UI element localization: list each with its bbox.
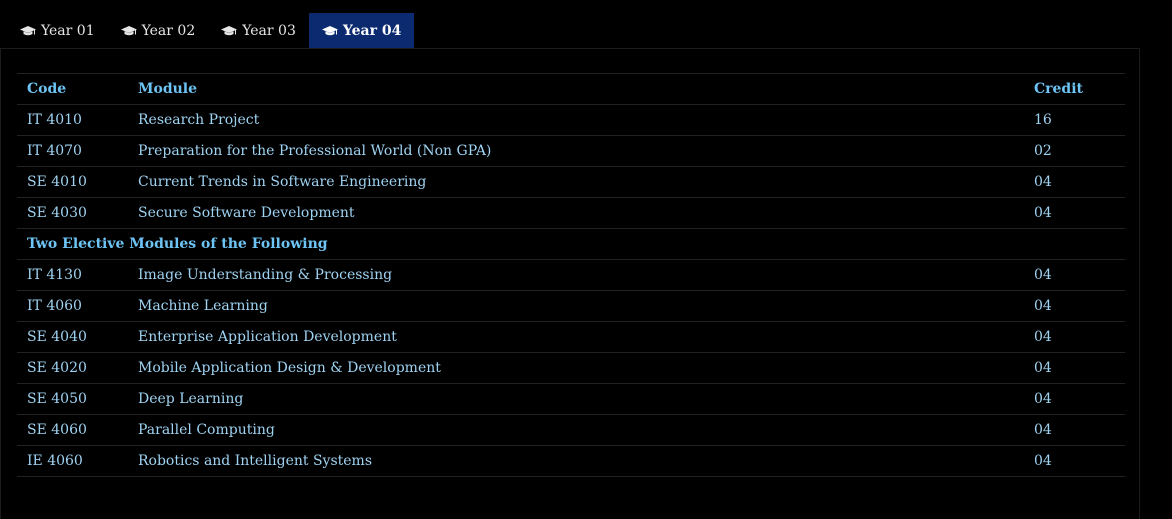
table-row: SE 4010 Current Trends in Software Engin… [17,166,1125,198]
module-name: Robotics and Intelligent Systems [138,453,373,469]
graduation-cap-icon [321,25,338,35]
module-name: Mobile Application Design & Development [138,360,441,376]
table-row: SE 4020 Mobile Application Design & Deve… [17,352,1125,384]
module-credit: 16 [1034,112,1052,128]
module-credit: 04 [1034,422,1052,438]
module-credit: 04 [1034,360,1052,376]
module-name: Deep Learning [138,391,244,407]
table-row: IT 4060 Machine Learning 04 [17,290,1125,322]
elective-section-row: Two Elective Modules of the Following [17,228,1125,260]
table-row: IT 4130 Image Understanding & Processing… [17,259,1125,291]
tab-label: Year 01 [41,22,95,39]
module-code: SE 4030 [27,205,87,221]
table-row: SE 4030 Secure Software Development 04 [17,197,1125,229]
module-name: Enterprise Application Development [138,329,397,345]
module-credit: 04 [1034,453,1052,469]
module-credit: 04 [1034,174,1052,190]
table-row: IE 4060 Robotics and Intelligent Systems… [17,445,1125,477]
header-module: Module [138,81,198,97]
elective-section-label: Two Elective Modules of the Following [27,236,328,252]
header-code: Code [27,81,67,97]
table-row: SE 4060 Parallel Computing 04 [17,414,1125,446]
tab-year-02[interactable]: Year 02 [108,13,209,48]
graduation-cap-icon [20,25,36,35]
table-row: SE 4040 Enterprise Application Developme… [17,321,1125,353]
module-code: SE 4060 [27,422,87,438]
module-credit: 04 [1034,267,1052,283]
module-name: Image Understanding & Processing [138,267,393,283]
module-credit: 04 [1034,298,1052,314]
module-credit: 04 [1034,329,1052,345]
table-row: IT 4070 Preparation for the Professional… [17,135,1125,167]
tab-year-01[interactable]: Year 01 [7,13,108,48]
module-code: SE 4050 [27,391,87,407]
module-credit: 04 [1034,391,1052,407]
module-code: IT 4060 [27,298,82,314]
module-code: IT 4070 [27,143,82,159]
table-row: SE 4050 Deep Learning 04 [17,383,1125,415]
header-credit: Credit [1034,81,1083,97]
module-credit: 02 [1034,143,1052,159]
module-code: SE 4010 [27,174,87,190]
tab-year-03[interactable]: Year 03 [208,13,309,48]
module-code: IT 4010 [27,112,82,128]
tab-label: Year 02 [141,22,196,39]
tab-label: Year 04 [342,22,402,39]
module-credit: 04 [1034,205,1052,221]
table-header-row: Code Module Credit [17,73,1125,105]
tab-label: Year 03 [242,22,296,39]
module-name: Current Trends in Software Engineering [138,174,427,190]
modules-table: Code Module Credit IT 4010 Research Proj… [17,73,1125,477]
module-name: Parallel Computing [138,422,275,438]
module-name: Secure Software Development [138,205,355,221]
module-name: Preparation for the Professional World (… [138,143,492,159]
module-code: IE 4060 [27,453,83,469]
graduation-cap-icon [221,25,238,35]
module-name: Research Project [138,112,260,128]
module-code: IT 4130 [27,267,82,283]
year-tabs: Year 01 Year 02 Year 03 Year 04 [7,13,415,48]
tab-panel-year-04: Code Module Credit IT 4010 Research Proj… [0,48,1140,519]
module-code: SE 4040 [27,329,87,345]
table-row: IT 4010 Research Project 16 [17,104,1125,136]
module-code: SE 4020 [27,360,87,376]
tab-year-04[interactable]: Year 04 [308,13,415,48]
module-name: Machine Learning [138,298,268,314]
graduation-cap-icon [120,25,137,35]
